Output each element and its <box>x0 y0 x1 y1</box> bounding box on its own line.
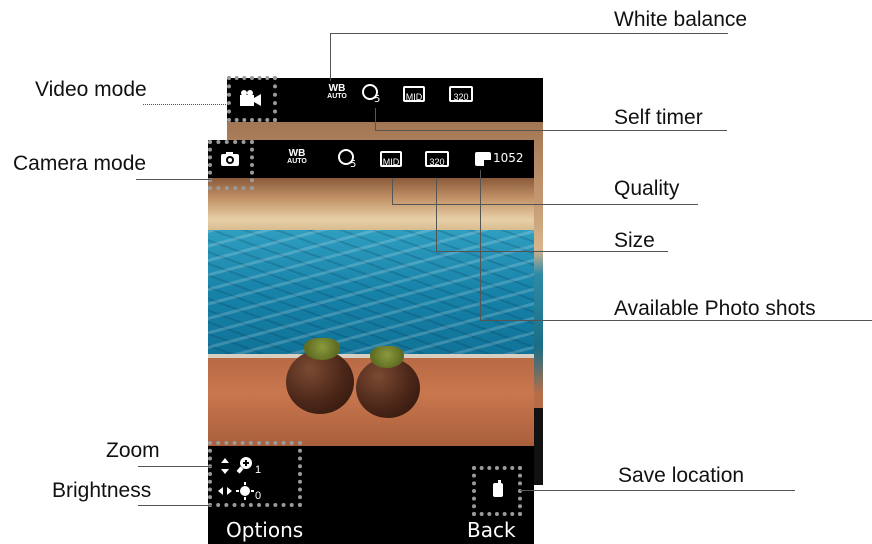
size-icon[interactable]: 320 <box>425 151 449 167</box>
camera-mode-highlight <box>208 140 254 190</box>
mangosteen-right-stem <box>370 346 404 368</box>
zoom-brightness-highlight <box>208 441 302 507</box>
callout-available-photo-shots: Available Photo shots <box>614 297 816 320</box>
callout-brightness: Brightness <box>52 479 152 502</box>
leader-save-location <box>520 490 795 491</box>
leader-self-timer-v <box>375 108 376 130</box>
leader-size-v <box>436 178 437 251</box>
leader-brightness <box>138 505 212 506</box>
leader-white-balance-v <box>330 33 331 81</box>
callout-camera-mode: Camera mode <box>13 152 147 175</box>
quality-icon[interactable]: MID <box>403 86 425 102</box>
leader-camera-mode <box>136 179 211 180</box>
leader-quality-v <box>392 178 393 204</box>
leader-zoom <box>138 466 212 467</box>
size-icon[interactable]: 320 <box>449 86 473 102</box>
available-shots-icon <box>475 152 491 166</box>
camera-status-bar: WB AUTO 5 MID 320 1052 <box>208 140 534 178</box>
camera-preview-image <box>208 178 534 446</box>
quality-icon[interactable]: MID <box>380 151 402 167</box>
video-mode-highlight <box>227 76 277 122</box>
callout-video-mode: Video mode <box>35 78 147 101</box>
leader-white-balance-h <box>330 33 728 34</box>
leader-self-timer-h <box>375 130 727 131</box>
white-balance-icon[interactable]: WB AUTO <box>286 149 308 166</box>
leader-shots-v <box>480 170 481 320</box>
self-timer-icon[interactable]: 5 <box>362 84 384 108</box>
leader-quality-h <box>392 204 698 205</box>
save-location-highlight <box>472 466 522 516</box>
mangosteen-left-stem <box>304 338 340 360</box>
callout-quality: Quality <box>614 177 680 200</box>
callout-size: Size <box>614 229 655 252</box>
back-softkey[interactable]: Back <box>467 520 516 540</box>
callout-save-location: Save location <box>618 464 745 487</box>
self-timer-icon[interactable]: 5 <box>338 149 360 173</box>
leader-video-mode <box>143 104 230 105</box>
options-softkey[interactable]: Options <box>226 520 303 540</box>
callout-zoom: Zoom <box>106 439 160 462</box>
leader-size-h <box>436 251 668 252</box>
white-balance-icon[interactable]: WB AUTO <box>326 84 348 101</box>
leader-shots-h <box>480 320 872 321</box>
callout-white-balance: White balance <box>614 8 748 31</box>
available-shots-count: 1052 <box>493 151 524 165</box>
callout-self-timer: Self timer <box>614 106 703 129</box>
